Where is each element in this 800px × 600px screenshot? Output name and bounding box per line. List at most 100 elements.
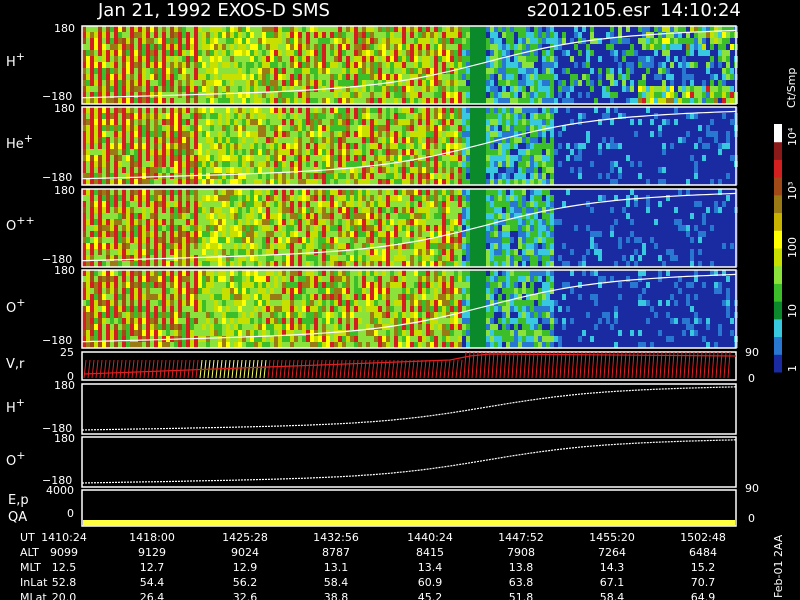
heatmap-cell [222, 137, 226, 143]
heatmap-cell [198, 56, 202, 62]
heatmap-cell [558, 50, 562, 56]
heatmap-cell [214, 179, 218, 185]
heatmap-cell [414, 50, 418, 56]
heatmap-cell [690, 56, 694, 62]
heatmap-cell [490, 131, 494, 137]
heatmap-cell [102, 201, 106, 207]
heatmap-cell [434, 68, 438, 74]
heatmap-cell [246, 86, 250, 92]
heatmap-cell [582, 155, 586, 161]
heatmap-cell [426, 113, 430, 119]
heatmap-cell [174, 32, 178, 38]
heatmap-cell [302, 50, 306, 56]
heatmap-cell [426, 32, 430, 38]
heatmap-cell [326, 32, 330, 38]
heatmap-cell [122, 44, 126, 50]
heatmap-cell [562, 68, 566, 74]
heatmap-cell [246, 107, 250, 113]
heatmap-cell [566, 149, 570, 155]
heatmap-cell [262, 92, 266, 98]
heatmap-cell [654, 137, 658, 143]
heatmap-cell [518, 173, 522, 179]
heatmap-cell [86, 249, 90, 255]
heatmap-cell [102, 143, 106, 149]
heatmap-cell [90, 195, 94, 201]
heatmap-cell [174, 213, 178, 219]
heatmap-cell [642, 137, 646, 143]
heatmap-cell [322, 38, 326, 44]
heatmap-cell [122, 155, 126, 161]
heatmap-cell [150, 68, 154, 74]
heatmap-cell [338, 149, 342, 155]
heatmap-cell [410, 98, 414, 104]
heatmap-cell [270, 207, 274, 213]
heatmap-cell [114, 249, 118, 255]
heatmap-cell [366, 56, 370, 62]
heatmap-cell [114, 137, 118, 143]
heatmap-cell [534, 149, 538, 155]
heatmap-cell [266, 219, 270, 225]
heatmap-cell [410, 167, 414, 173]
heatmap-cell [314, 155, 318, 161]
heatmap-cell [190, 237, 194, 243]
heatmap-cell [666, 107, 670, 113]
heatmap-cell [666, 44, 670, 50]
heatmap-cell [202, 119, 206, 125]
heatmap-cell [642, 98, 646, 104]
heatmap-cell [286, 149, 290, 155]
heatmap-cell [162, 44, 166, 50]
heatmap-cell [322, 119, 326, 125]
heatmap-cell [170, 149, 174, 155]
heatmap-cell [206, 213, 210, 219]
heatmap-cell [550, 92, 554, 98]
heatmap-cell [98, 56, 102, 62]
heatmap-cell [214, 119, 218, 125]
heatmap-cell [146, 119, 150, 125]
heatmap-cell [662, 74, 666, 80]
heatmap-cell [686, 50, 690, 56]
heatmap-cell [118, 107, 122, 113]
heatmap-cell [474, 173, 478, 179]
heatmap-cell [722, 98, 726, 104]
heatmap-cell [90, 98, 94, 104]
heatmap-cell [258, 62, 262, 68]
heatmap-cell [502, 86, 506, 92]
heatmap-cell [578, 74, 582, 80]
heatmap-cell [258, 237, 262, 243]
heatmap-cell [566, 137, 570, 143]
heatmap-cell [234, 50, 238, 56]
heatmap-cell [370, 143, 374, 149]
heatmap-cell [502, 62, 506, 68]
heatmap-cell [166, 249, 170, 255]
heatmap-cell [298, 219, 302, 225]
heatmap-cell [430, 107, 434, 113]
heatmap-cell [326, 80, 330, 86]
heatmap-cell [598, 68, 602, 74]
heatmap-cell [226, 50, 230, 56]
heatmap-cell [486, 113, 490, 119]
heatmap-cell [250, 249, 254, 255]
heatmap-cell [378, 26, 382, 32]
heatmap-cell [214, 92, 218, 98]
heatmap-cell [426, 149, 430, 155]
heatmap-cell [614, 26, 618, 32]
heatmap-cell [414, 86, 418, 92]
heatmap-cell [234, 32, 238, 38]
heatmap-cell [246, 213, 250, 219]
heatmap-cell [158, 243, 162, 249]
heatmap-cell [518, 107, 522, 113]
heatmap-cell [554, 161, 558, 167]
heatmap-cell [350, 26, 354, 32]
heatmap-cell [206, 38, 210, 44]
heatmap-cell [86, 125, 90, 131]
heatmap-cell [678, 86, 682, 92]
heatmap-cell [458, 44, 462, 50]
heatmap-cell [298, 107, 302, 113]
heatmap-cell [130, 68, 134, 74]
heatmap-cell [178, 225, 182, 231]
heatmap-cell [346, 149, 350, 155]
heatmap-cell [170, 44, 174, 50]
heatmap-cell [286, 98, 290, 104]
heatmap-cell [518, 62, 522, 68]
heatmap-cell [466, 137, 470, 143]
